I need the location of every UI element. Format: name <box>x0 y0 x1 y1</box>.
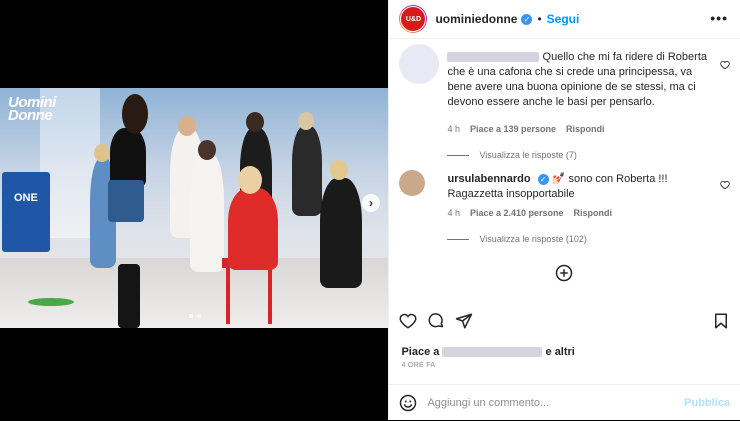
woman-black-top <box>110 128 146 188</box>
post-header: U&D uominiedonne ✓ • Segui ••• <box>389 0 740 39</box>
show-logo-line2: Donne <box>8 107 53 124</box>
comment-likes[interactable]: Piace a 139 persone <box>470 124 556 134</box>
reply-button[interactable]: Rispondi <box>566 124 605 134</box>
add-circle-icon[interactable] <box>555 264 573 282</box>
action-bar <box>399 312 730 336</box>
view-replies-label: Visualizza le risposte (7) <box>479 150 577 160</box>
verified-icon: ✓ <box>521 13 533 25</box>
woman-red-dress <box>228 188 278 270</box>
person-head <box>246 112 264 132</box>
instagram-post-view: Uomini Donne ONE › U&D uominiedonne ✓ • … <box>0 0 740 420</box>
next-arrow-icon[interactable]: › <box>362 194 380 212</box>
comment-avatar[interactable] <box>399 44 440 84</box>
view-replies-button[interactable]: Visualizza le risposte (7) <box>447 150 577 160</box>
floor-marker <box>28 298 74 306</box>
comment-item: ursulabennardo ✓ 💅🏻 sono con Roberta !!!… <box>399 170 730 260</box>
comment-input[interactable]: Aggiungi un commento... <box>427 397 684 409</box>
podium-text: ONE <box>14 192 38 204</box>
post-timestamp: 4 ORE FA <box>401 362 436 369</box>
account-avatar[interactable]: U&D <box>399 5 428 33</box>
woman-boots <box>118 264 140 328</box>
show-logo: Uomini Donne <box>8 95 56 124</box>
media-area: Uomini Donne ONE › <box>0 0 389 420</box>
likes-suffix: e altri <box>545 346 575 358</box>
person-figure <box>320 178 362 288</box>
comments-list: Quello che mi fa ridere di Roberta che è… <box>389 38 740 302</box>
post-photo[interactable]: Uomini Donne ONE › <box>0 88 389 328</box>
comment-text-block: ursulabennardo ✓ 💅🏻 sono con Roberta !!!… <box>447 172 712 202</box>
account-username[interactable]: uominiedonne <box>435 12 517 26</box>
reply-button[interactable]: Rispondi <box>574 208 613 218</box>
comment-meta: 4 h Piace a 139 persone Rispondi <box>447 124 604 134</box>
header-separator: • <box>537 12 542 26</box>
comment-meta: 4 h Piace a 2.410 persone Rispondi <box>447 208 612 218</box>
more-options-icon[interactable]: ••• <box>710 10 728 26</box>
bookmark-icon[interactable] <box>712 312 730 330</box>
likes-username-redacted <box>442 347 543 358</box>
likes-summary[interactable]: Piace a e altri <box>401 346 574 358</box>
person-figure <box>190 152 224 272</box>
comment-avatar[interactable] <box>399 170 426 196</box>
replies-divider <box>447 154 470 156</box>
view-replies-button[interactable]: Visualizza le risposte (102) <box>447 234 587 244</box>
verified-icon: ✓ <box>537 174 549 185</box>
heart-icon[interactable] <box>720 180 730 190</box>
comment-time: 4 h <box>447 124 460 134</box>
studio-podium: ONE <box>2 172 50 252</box>
heart-icon[interactable] <box>720 60 730 70</box>
likes-prefix: Piace a <box>401 346 440 358</box>
heart-icon[interactable] <box>399 312 417 330</box>
person-head <box>94 144 110 162</box>
person-head <box>330 160 348 180</box>
woman-denim-skirt <box>108 180 144 222</box>
person-head <box>238 166 262 194</box>
comment-username-redacted <box>447 52 540 63</box>
follow-button[interactable]: Segui <box>547 12 580 26</box>
publish-button[interactable]: Pubblica <box>684 397 730 409</box>
person-head <box>198 140 216 160</box>
comment-icon[interactable] <box>427 312 445 330</box>
account-avatar-image: U&D <box>400 6 427 32</box>
comment-time: 4 h <box>447 208 460 218</box>
person-head <box>122 94 148 134</box>
comment-composer: Aggiungi un commento... Pubblica <box>389 384 740 421</box>
comment-text-block: Quello che mi fa ridere di Roberta che è… <box>447 50 712 110</box>
person-head <box>178 116 196 136</box>
share-icon[interactable] <box>455 312 473 330</box>
comment-likes[interactable]: Piace a 2.410 persone <box>470 208 564 218</box>
carousel-dots <box>0 314 388 318</box>
emoji-icon[interactable] <box>399 394 417 412</box>
comment-username[interactable]: ursulabennardo <box>447 173 530 185</box>
person-head <box>298 112 314 130</box>
comment-item: Quello che mi fa ridere di Roberta che è… <box>399 44 730 164</box>
replies-divider <box>447 238 470 240</box>
view-replies-label: Visualizza le risposte (102) <box>479 234 587 244</box>
person-figure <box>292 126 322 216</box>
post-panel: U&D uominiedonne ✓ • Segui ••• Quello ch… <box>388 0 740 420</box>
